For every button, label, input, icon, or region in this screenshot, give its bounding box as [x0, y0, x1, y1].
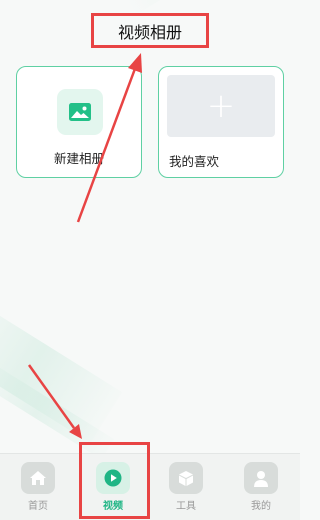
new-album-label: 新建相册	[53, 151, 104, 166]
play-icon	[104, 469, 122, 487]
favorites-thumbnail: +	[167, 75, 275, 137]
page-title: 视频相册	[117, 22, 182, 42]
box-icon	[179, 470, 193, 486]
title-annotation-box: 视频相册	[91, 13, 209, 48]
tab-home[interactable]: 首页	[8, 454, 68, 520]
tab-tools[interactable]: 工具	[156, 454, 216, 520]
tab-arrow-line	[27, 364, 76, 429]
tab-home-label: 首页	[28, 501, 48, 512]
tab-mine[interactable]: 我的	[231, 454, 291, 520]
tab-mine-label: 我的	[251, 501, 271, 512]
tab-tools-label: 工具	[176, 501, 196, 512]
background-stripe	[0, 354, 115, 460]
new-album-icon-wrap	[57, 89, 103, 135]
background-stripe	[0, 296, 123, 444]
user-icon	[254, 470, 268, 487]
image-icon	[69, 103, 91, 121]
new-album-card[interactable]: 新建相册	[16, 66, 142, 178]
favorites-album-card[interactable]: + 我的喜欢	[158, 66, 284, 178]
plus-icon: +	[206, 86, 236, 126]
favorites-label: 我的喜欢	[169, 154, 220, 169]
tab-video-label: 视频	[103, 501, 123, 512]
tab-video[interactable]: 视频	[83, 454, 143, 520]
home-icon	[30, 471, 46, 485]
bottom-tab-bar: 首页 视频 工具 我的	[0, 453, 300, 520]
tab-arrow-head	[69, 424, 82, 439]
